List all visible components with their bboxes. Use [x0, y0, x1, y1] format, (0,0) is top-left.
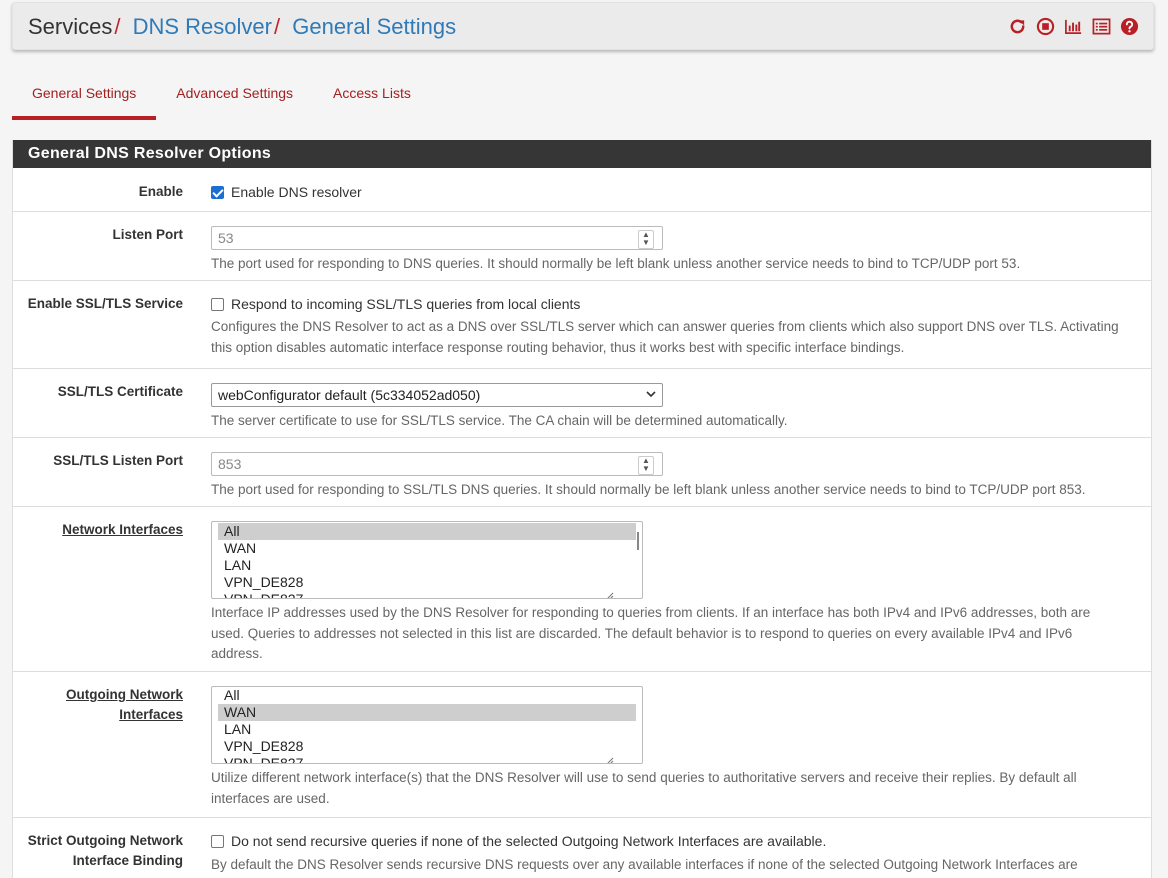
breadcrumb-services: Services [28, 14, 113, 39]
enable-checkbox-group[interactable]: Enable DNS resolver [211, 182, 1143, 202]
network-interfaces-help-line: Interface IP addresses used by the DNS R… [211, 605, 1091, 620]
listen-port-spinner[interactable]: ▲ ▼ [638, 230, 654, 249]
ssl-port-spinner[interactable]: ▲ ▼ [638, 456, 654, 475]
outgoing-interfaces-label[interactable]: Outgoing Network Interfaces [66, 685, 183, 725]
network-interfaces-help-line: used. Queries to addresses not selected … [211, 625, 1073, 641]
outgoing-interfaces-help-line: Utilize different network interface(s) t… [211, 770, 1077, 785]
enable-row: Enable Enable DNS resolver [13, 168, 1151, 212]
network-interfaces-row: Network Interfaces All WAN LAN VPN_DE828… [13, 507, 1151, 672]
breadcrumb-separator: / [273, 14, 281, 39]
ssl-cert-row: SSL/TLS Certificate webConfigurator defa… [13, 369, 1151, 438]
enable-checkbox[interactable] [211, 185, 224, 199]
listbox-option[interactable]: LAN [218, 557, 636, 574]
network-interfaces-label[interactable]: Network Interfaces [62, 520, 183, 540]
strict-binding-row: Strict Outgoing Network Interface Bindin… [13, 818, 1151, 878]
ssl-service-checkbox-group[interactable]: Respond to incoming SSL/TLS queries from… [211, 294, 1143, 314]
listen-port-label: Listen Port [112, 227, 183, 242]
outgoing-interfaces-listbox[interactable]: All WAN LAN VPN_DE828 VPN_DE827 [211, 686, 643, 764]
ssl-service-checkbox[interactable] [211, 297, 224, 311]
listbox-option[interactable]: VPN_DE828 [218, 574, 636, 591]
enable-checkbox-label[interactable]: Enable DNS resolver [231, 182, 362, 202]
network-interfaces-help: Interface IP addresses used by the DNS R… [211, 603, 1143, 665]
dns-resolver-options-panel: General DNS Resolver Options Enable Enab… [12, 140, 1152, 878]
ssl-cert-help: The server certificate to use for SSL/TL… [211, 413, 788, 428]
ssl-service-help: Configures the DNS Resolver to act as a … [211, 317, 1143, 358]
panel-title: General DNS Resolver Options [13, 140, 1151, 168]
ssl-service-help-line: Configures the DNS Resolver to act as a … [211, 319, 1119, 334]
enable-label: Enable [138, 184, 183, 199]
listbox-option[interactable]: All [218, 523, 636, 540]
ssl-service-row: Enable SSL/TLS Service Respond to incomi… [13, 281, 1151, 369]
ssl-cert-label: SSL/TLS Certificate [57, 384, 183, 399]
ssl-cert-select[interactable]: webConfigurator default (5c334052ad050) [211, 383, 663, 407]
listen-port-help: The port used for responding to DNS quer… [211, 256, 1021, 271]
stop-icon[interactable] [1036, 17, 1055, 36]
outgoing-interfaces-label-line[interactable]: Outgoing Network [66, 685, 183, 705]
status-graph-icon[interactable] [1064, 17, 1083, 36]
listbox-option[interactable]: VPN_DE828 [218, 738, 636, 755]
breadcrumb-separator: / [114, 14, 121, 39]
tab-bar: General Settings Advanced Settings Acces… [12, 70, 431, 120]
ssl-port-row: SSL/TLS Listen Port 853 ▲ ▼ The port used… [13, 438, 1151, 507]
strict-binding-checkbox-group[interactable]: Do not send recursive queries if none of… [211, 831, 1143, 851]
ssl-port-placeholder: 853 [218, 456, 242, 472]
ssl-port-help: The port used for responding to SSL/TLS … [211, 482, 1086, 497]
listbox-option[interactable]: VPN_DE827 [218, 755, 636, 763]
strict-binding-label-line: Strict Outgoing Network [27, 833, 183, 848]
ssl-service-label: Enable SSL/TLS Service [27, 296, 183, 311]
network-interfaces-help-line: address. [211, 646, 263, 661]
outgoing-interfaces-help: Utilize different network interface(s) t… [211, 768, 1143, 809]
tab-advanced-settings[interactable]: Advanced Settings [156, 70, 313, 116]
breadcrumb-dns-resolver[interactable]: DNS Resolver [133, 14, 272, 39]
help-icon[interactable] [1120, 17, 1139, 36]
listen-port-placeholder: 53 [218, 230, 234, 246]
strict-binding-label-line: Interface Binding [72, 853, 183, 868]
strict-binding-checkbox[interactable] [211, 834, 224, 848]
outgoing-interfaces-label-line[interactable]: Interfaces [66, 705, 183, 725]
outgoing-interfaces-row: Outgoing Network Interfaces All WAN LAN … [13, 672, 1151, 818]
listbox-option[interactable]: VPN_DE827 [218, 591, 636, 598]
resize-grip-icon[interactable] [606, 752, 614, 763]
strict-binding-label: Strict Outgoing Network Interface Bindin… [28, 831, 183, 871]
outgoing-interfaces-help-line: interfaces are used. [211, 790, 330, 806]
breadcrumb: Services/ DNS Resolver/ General Settings [28, 14, 456, 40]
chevron-down-icon [645, 386, 657, 402]
listbox-scrollbar[interactable] [637, 532, 639, 550]
listen-port-row: Listen Port 53 ▲ ▼ The port used for resp… [13, 212, 1151, 281]
ssl-service-checkbox-label[interactable]: Respond to incoming SSL/TLS queries from… [231, 294, 580, 314]
resize-grip-icon[interactable] [606, 587, 614, 598]
listbox-option[interactable]: LAN [218, 721, 636, 738]
ssl-cert-value: webConfigurator default (5c334052ad050) [218, 387, 481, 403]
ssl-service-help-line: this option disables automatic interface… [211, 339, 905, 355]
listbox-option[interactable]: WAN [218, 540, 636, 557]
network-interfaces-listbox[interactable]: All WAN LAN VPN_DE828 VPN_DE827 [211, 521, 643, 599]
listen-port-input[interactable]: 53 ▲ ▼ [211, 226, 663, 250]
ssl-port-input[interactable]: 853 ▲ ▼ [211, 452, 663, 476]
ssl-port-label: SSL/TLS Listen Port [53, 453, 183, 468]
tab-general-settings[interactable]: General Settings [12, 70, 157, 120]
strict-binding-help: By default the DNS Resolver sends recurs… [211, 857, 1078, 872]
strict-binding-checkbox-label[interactable]: Do not send recursive queries if none of… [231, 831, 826, 851]
tab-access-lists[interactable]: Access Lists [313, 70, 431, 116]
log-list-icon[interactable] [1092, 17, 1111, 36]
listbox-option[interactable]: WAN [218, 704, 636, 721]
restart-icon[interactable] [1008, 17, 1027, 36]
page-header: Services/ DNS Resolver/ General Settings [12, 2, 1154, 50]
listbox-option[interactable]: All [218, 687, 636, 704]
breadcrumb-general-settings[interactable]: General Settings [292, 14, 456, 39]
